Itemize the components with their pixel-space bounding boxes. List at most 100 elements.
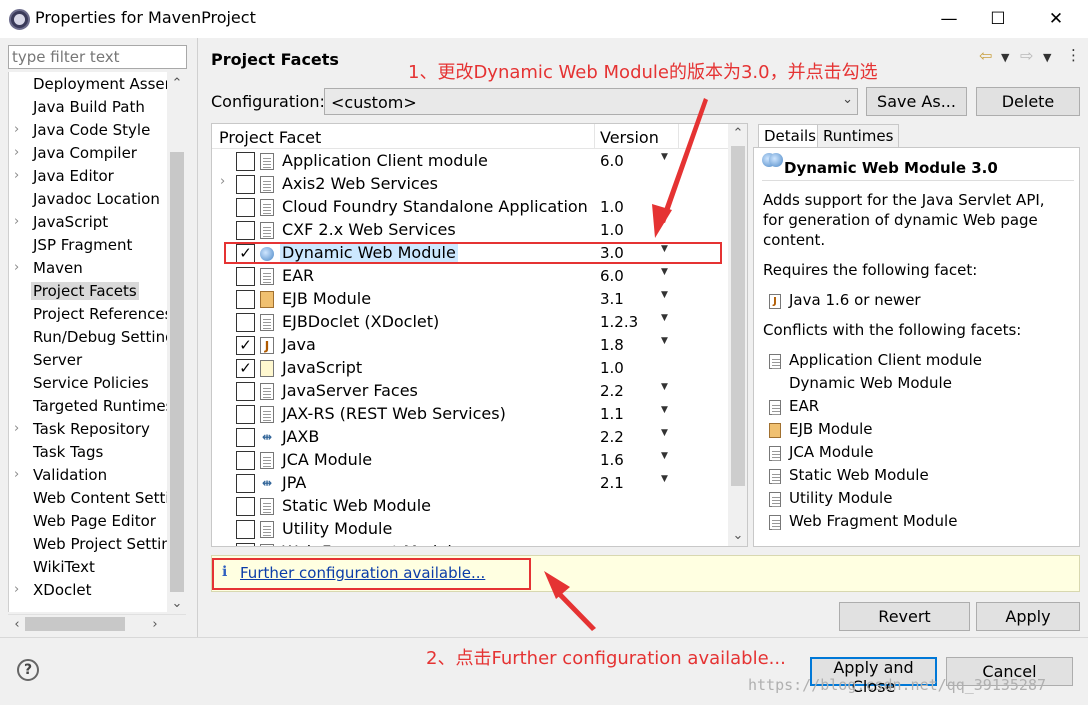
sidebar-item[interactable]: › Java Editor	[9, 166, 167, 189]
chevron-right-icon[interactable]: ›	[14, 145, 19, 160]
sidebar-item[interactable]: Web Page Editor	[9, 511, 167, 534]
apply-button[interactable]: Apply	[976, 602, 1080, 631]
view-menu-icon[interactable]: ⋮	[1066, 46, 1081, 64]
scroll-up-icon[interactable]: ⌃	[730, 126, 746, 141]
minimize-button[interactable]: —	[934, 6, 964, 32]
version-dropdown-icon[interactable]: ▼	[661, 405, 668, 415]
sidebar-item[interactable]: › Validation	[9, 465, 167, 488]
facet-version[interactable]: 1.8	[600, 336, 624, 354]
sidebar-item[interactable]: › JavaScript	[9, 212, 167, 235]
back-dropdown-icon[interactable]: ▼	[1001, 51, 1009, 64]
chevron-right-icon[interactable]: ›	[14, 214, 19, 229]
version-dropdown-icon[interactable]: ▼	[661, 290, 668, 300]
facet-row[interactable]: EJBDoclet (XDoclet) 1.2.3 ▼	[212, 311, 728, 334]
sidebar-item[interactable]: › Java Code Style	[9, 120, 167, 143]
facet-version[interactable]: 3.1	[600, 290, 624, 308]
facet-row[interactable]: ✓ J Java 1.8 ▼	[212, 334, 728, 357]
scroll-down-icon[interactable]: ⌄	[169, 596, 185, 611]
facet-checkbox[interactable]: ✓	[236, 359, 255, 378]
facet-checkbox[interactable]	[236, 497, 255, 516]
facet-row[interactable]: EAR 6.0 ▼	[212, 265, 728, 288]
facet-version[interactable]: 1.0	[600, 221, 624, 239]
facet-checkbox[interactable]	[236, 428, 255, 447]
sidebar-item[interactable]: Service Policies	[9, 373, 167, 396]
facet-row[interactable]: ⇹ JAXB 2.2 ▼	[212, 426, 728, 449]
facet-checkbox[interactable]	[236, 290, 255, 309]
configuration-select[interactable]: <custom> ⌄	[324, 88, 858, 115]
revert-button[interactable]: Revert	[839, 602, 970, 631]
facet-version[interactable]: 1.0	[600, 359, 624, 377]
facet-version[interactable]: 1.1	[600, 405, 624, 423]
column-header-facet[interactable]: Project Facet	[219, 128, 321, 147]
facet-row[interactable]: JavaServer Faces 2.2 ▼	[212, 380, 728, 403]
sidebar-item[interactable]: Project References	[9, 304, 167, 327]
facet-checkbox[interactable]	[236, 543, 255, 546]
facet-checkbox[interactable]	[236, 221, 255, 240]
sidebar-item[interactable]: › Java Compiler	[9, 143, 167, 166]
facet-checkbox[interactable]	[236, 198, 255, 217]
tab-details[interactable]: Details	[758, 124, 823, 148]
facet-checkbox[interactable]	[236, 382, 255, 401]
filter-input[interactable]	[9, 46, 186, 68]
facet-version[interactable]: 6.0	[600, 267, 624, 285]
chevron-right-icon[interactable]: ›	[14, 168, 19, 183]
scroll-down-icon[interactable]: ⌄	[730, 528, 746, 543]
facet-row[interactable]: Web Fragment Module 3.0	[212, 541, 728, 546]
facet-row[interactable]: ✓ JavaScript 1.0	[212, 357, 728, 380]
tree-scroll-thumb[interactable]	[170, 152, 184, 592]
delete-button[interactable]: Delete	[976, 87, 1080, 116]
filter-field[interactable]	[8, 45, 187, 69]
help-icon[interactable]: ?	[17, 659, 39, 681]
chevron-right-icon[interactable]: ›	[14, 122, 19, 137]
facet-checkbox[interactable]	[236, 175, 255, 194]
sidebar-item[interactable]: Deployment Asser	[9, 74, 167, 97]
version-dropdown-icon[interactable]: ▼	[661, 428, 668, 438]
facet-version[interactable]: 1.6	[600, 451, 624, 469]
tab-runtimes[interactable]: Runtimes	[817, 124, 900, 148]
version-dropdown-icon[interactable]: ▼	[661, 382, 668, 392]
facet-version[interactable]: 1.2.3	[600, 313, 638, 331]
chevron-right-icon[interactable]: ›	[14, 421, 19, 436]
facet-checkbox[interactable]: ✓	[236, 336, 255, 355]
sidebar-item[interactable]: WikiText	[9, 557, 167, 580]
facets-scroll-thumb[interactable]	[731, 146, 745, 486]
sidebar-item[interactable]: Targeted Runtimes	[9, 396, 167, 419]
facet-checkbox[interactable]	[236, 267, 255, 286]
facet-row[interactable]: EJB Module 3.1 ▼	[212, 288, 728, 311]
chevron-right-icon[interactable]: ›	[14, 260, 19, 275]
facet-checkbox[interactable]	[236, 313, 255, 332]
facet-row[interactable]: ⇹ JPA 2.1 ▼	[212, 472, 728, 495]
chevron-right-icon[interactable]: ›	[14, 467, 19, 482]
forward-arrow-icon[interactable]: ⇨	[1020, 46, 1033, 65]
scroll-left-icon[interactable]: ‹	[9, 617, 25, 632]
sidebar-item[interactable]: › Maven	[9, 258, 167, 281]
version-dropdown-icon[interactable]: ▼	[661, 267, 668, 277]
facet-checkbox[interactable]	[236, 520, 255, 539]
scroll-right-icon[interactable]: ›	[147, 617, 163, 632]
facet-version[interactable]: 6.0	[600, 152, 624, 170]
sidebar-item[interactable]: Run/Debug Settings	[9, 327, 167, 350]
version-dropdown-icon[interactable]: ▼	[661, 336, 668, 346]
sidebar-item[interactable]: › XDoclet	[9, 580, 167, 603]
back-arrow-icon[interactable]: ⇦	[979, 46, 992, 65]
facet-row[interactable]: Static Web Module	[212, 495, 728, 518]
facet-version[interactable]: 1.0	[600, 198, 624, 216]
facet-row[interactable]: Utility Module	[212, 518, 728, 541]
facet-checkbox[interactable]	[236, 152, 255, 171]
facet-row[interactable]: JAX-RS (REST Web Services) 1.1 ▼	[212, 403, 728, 426]
sidebar-item[interactable]: Project Facets	[9, 281, 167, 304]
scroll-up-icon[interactable]: ⌃	[169, 76, 185, 91]
version-dropdown-icon[interactable]: ▼	[661, 474, 668, 484]
sidebar-item[interactable]: Web Project Settings	[9, 534, 167, 557]
close-button[interactable]: ✕	[1041, 6, 1071, 32]
chevron-right-icon[interactable]: ›	[220, 174, 225, 189]
tree-hscroll-thumb[interactable]	[25, 617, 125, 631]
sidebar-item[interactable]: Java Build Path	[9, 97, 167, 120]
sidebar-item[interactable]: Javadoc Location	[9, 189, 167, 212]
sidebar-item[interactable]: JSP Fragment	[9, 235, 167, 258]
version-dropdown-icon[interactable]: ▼	[661, 451, 668, 461]
sidebar-item[interactable]: Server	[9, 350, 167, 373]
sidebar-item[interactable]: Task Tags	[9, 442, 167, 465]
sidebar-item[interactable]: › Task Repository	[9, 419, 167, 442]
forward-dropdown-icon[interactable]: ▼	[1043, 51, 1051, 64]
